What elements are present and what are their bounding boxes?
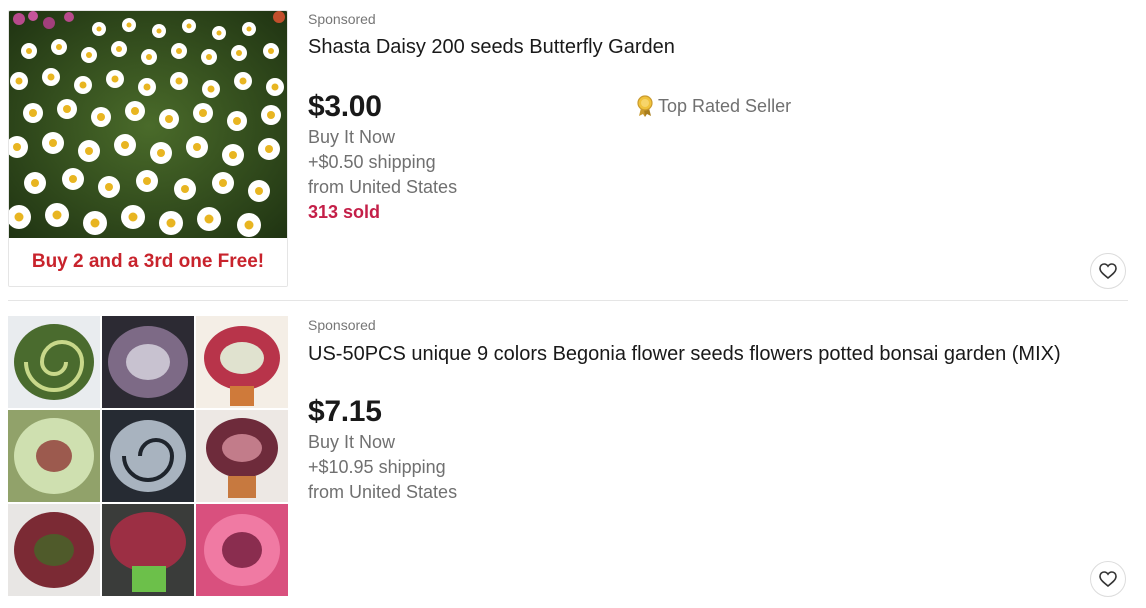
watch-button[interactable] [1090, 253, 1126, 289]
listing-card[interactable]: Buy 2 and a 3rd one Free! Sponsored Shas… [0, 0, 1146, 300]
promo-banner: Buy 2 and a 3rd one Free! [9, 238, 287, 286]
listing-price: $3.00 [308, 90, 382, 123]
promo-banner-text: Buy 2 and a 3rd one Free! [31, 251, 265, 272]
buy-format: Buy It Now [308, 127, 396, 147]
item-location: from United States [308, 177, 458, 197]
medal-icon [637, 95, 653, 117]
listing-price: $7.15 [308, 395, 382, 428]
heart-icon [1099, 263, 1117, 279]
top-rated-seller-badge: Top Rated Seller [635, 95, 791, 117]
listing-card[interactable]: Sponsored US-50PCS unique 9 colors Begon… [0, 301, 1146, 608]
sponsored-label: Sponsored [308, 11, 376, 27]
heart-icon [1099, 571, 1117, 587]
buy-format: Buy It Now [308, 432, 396, 452]
badge-label: Top Rated Seller [658, 95, 792, 116]
listing-title[interactable]: Shasta Daisy 200 seeds Butterfly Garden [308, 36, 675, 59]
item-location: from United States [308, 482, 458, 502]
begonia-collage-photo-icon [8, 316, 288, 596]
sold-count: 313 sold [308, 202, 381, 222]
listing-image[interactable] [8, 316, 288, 596]
shipping-cost: +$10.95 shipping [308, 457, 446, 477]
listing-title[interactable]: US-50PCS unique 9 colors Begonia flower … [308, 343, 1061, 366]
shipping-cost: +$0.50 shipping [308, 152, 436, 172]
watch-button[interactable] [1090, 561, 1126, 597]
listing-details: Buy It Now +$10.95 shipping from United … [308, 430, 457, 505]
listing-image[interactable]: Buy 2 and a 3rd one Free! [8, 10, 288, 287]
sponsored-label: Sponsored [308, 317, 376, 333]
listing-details: Buy It Now +$0.50 shipping from United S… [308, 125, 457, 225]
